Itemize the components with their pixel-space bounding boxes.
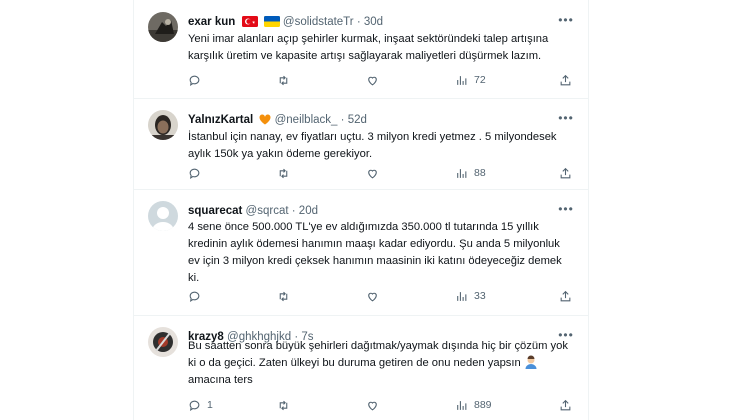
tweet-actions: 33: [188, 288, 578, 304]
tweet[interactable]: squarecat @sqrcat · 20d ••• 4 sene önce …: [134, 189, 588, 316]
retweet-icon: [279, 75, 288, 85]
views-icon: [457, 291, 467, 301]
views-button[interactable]: 72: [455, 72, 486, 88]
heart-icon: [368, 169, 377, 178]
tweet-text: Bu saatten sonra büyük şehirleri dağıtma…: [188, 338, 568, 389]
retweet-button[interactable]: [277, 72, 296, 88]
tweet-header: squarecat @sqrcat · 20d: [188, 203, 558, 219]
views-icon: [457, 168, 467, 178]
retweet-button[interactable]: [277, 288, 296, 304]
heart-icon: [368, 292, 377, 301]
display-name[interactable]: YalnızKartal: [188, 114, 253, 126]
handle[interactable]: @sqrcat: [246, 205, 289, 217]
retweet-button[interactable]: [277, 397, 296, 413]
separator-dot: ·: [356, 16, 361, 28]
reply-icon: [189, 75, 200, 86]
tweet-text: İstanbul için nanay, ev fiyatları uçtu. …: [188, 131, 557, 160]
tweet-text-main: Bu saatten sonra büyük şehirleri dağıtma…: [188, 340, 568, 369]
share-icon: [560, 290, 571, 301]
avatar[interactable]: [148, 327, 178, 357]
more-icon[interactable]: •••: [558, 201, 574, 217]
views-button[interactable]: 88: [455, 165, 486, 181]
man-gesturing-emoji-icon: [524, 355, 538, 369]
views-icon: [457, 400, 467, 410]
share-button[interactable]: [559, 72, 572, 88]
retweet-button[interactable]: [277, 165, 296, 181]
timestamp[interactable]: 20d: [299, 205, 318, 217]
tweet-text: 4 sene önce 500.000 TL'ye ev aldığımızda…: [188, 221, 562, 284]
ukraine-flag-icon: [263, 16, 280, 32]
tweet-text: Yeni imar alanları açıp şehirler kurmak,…: [188, 33, 549, 62]
retweet-icon: [279, 400, 288, 410]
share-button[interactable]: [559, 165, 572, 181]
tweet-actions: 88: [188, 165, 578, 181]
views-icon: [457, 75, 467, 85]
reply-icon: [189, 291, 200, 302]
like-button[interactable]: [366, 397, 385, 413]
tweet-header: exar kun @solidstateTr · 30d: [188, 14, 558, 30]
reply-button[interactable]: 1: [188, 397, 213, 413]
like-button[interactable]: [366, 165, 385, 181]
separator-dot: ·: [291, 205, 296, 217]
views-button[interactable]: 33: [455, 288, 486, 304]
heart-icon: [368, 76, 377, 85]
avatar[interactable]: [148, 110, 178, 140]
display-name[interactable]: squarecat: [188, 205, 242, 217]
tweet[interactable]: exar kun @solidstateTr · 30d ••• Yeni im…: [134, 0, 588, 99]
like-button[interactable]: [366, 72, 385, 88]
timestamp[interactable]: 52d: [348, 114, 367, 126]
display-name[interactable]: exar kun: [188, 16, 235, 28]
tweet[interactable]: YalnızKartal @neilblack_ · 52d ••• İstan…: [134, 98, 588, 190]
share-icon: [560, 74, 571, 85]
reply-icon: [189, 168, 200, 179]
timeline-column: exar kun @solidstateTr · 30d ••• Yeni im…: [133, 0, 589, 420]
reply-button[interactable]: [188, 165, 207, 181]
views-count: 889: [474, 399, 492, 411]
views-count: 33: [474, 290, 486, 302]
orange-heart-icon: [259, 114, 271, 130]
tweet-actions: 1 889: [188, 397, 578, 413]
retweet-icon: [279, 168, 288, 178]
heart-icon: [368, 401, 377, 410]
views-count: 88: [474, 167, 486, 179]
share-icon: [560, 399, 571, 410]
tweet-actions: 72: [188, 72, 578, 88]
like-button[interactable]: [366, 288, 385, 304]
more-icon[interactable]: •••: [558, 110, 574, 126]
tweet-header: YalnızKartal @neilblack_ · 52d: [188, 112, 558, 128]
handle[interactable]: @neilblack_: [275, 114, 338, 126]
share-button[interactable]: [559, 288, 572, 304]
turkey-flag-icon: [241, 16, 258, 32]
retweet-icon: [279, 291, 288, 301]
share-icon: [560, 167, 571, 178]
avatar[interactable]: [148, 12, 178, 42]
views-count: 72: [474, 74, 486, 86]
views-button[interactable]: 889: [455, 397, 492, 413]
reply-icon: [189, 400, 200, 411]
avatar[interactable]: [148, 201, 178, 231]
reply-count: 1: [207, 399, 213, 411]
more-icon[interactable]: •••: [558, 12, 574, 28]
share-button[interactable]: [559, 397, 572, 413]
reply-button[interactable]: [188, 288, 207, 304]
timestamp[interactable]: 30d: [364, 16, 383, 28]
separator-dot: ·: [340, 114, 345, 126]
reply-button[interactable]: [188, 72, 207, 88]
tweet[interactable]: krazy8 @ghkhghjkd · 7s ••• Bu saatten so…: [134, 315, 588, 420]
handle[interactable]: @solidstateTr: [283, 16, 354, 28]
tweet-text-end: amacına ters: [188, 374, 253, 386]
